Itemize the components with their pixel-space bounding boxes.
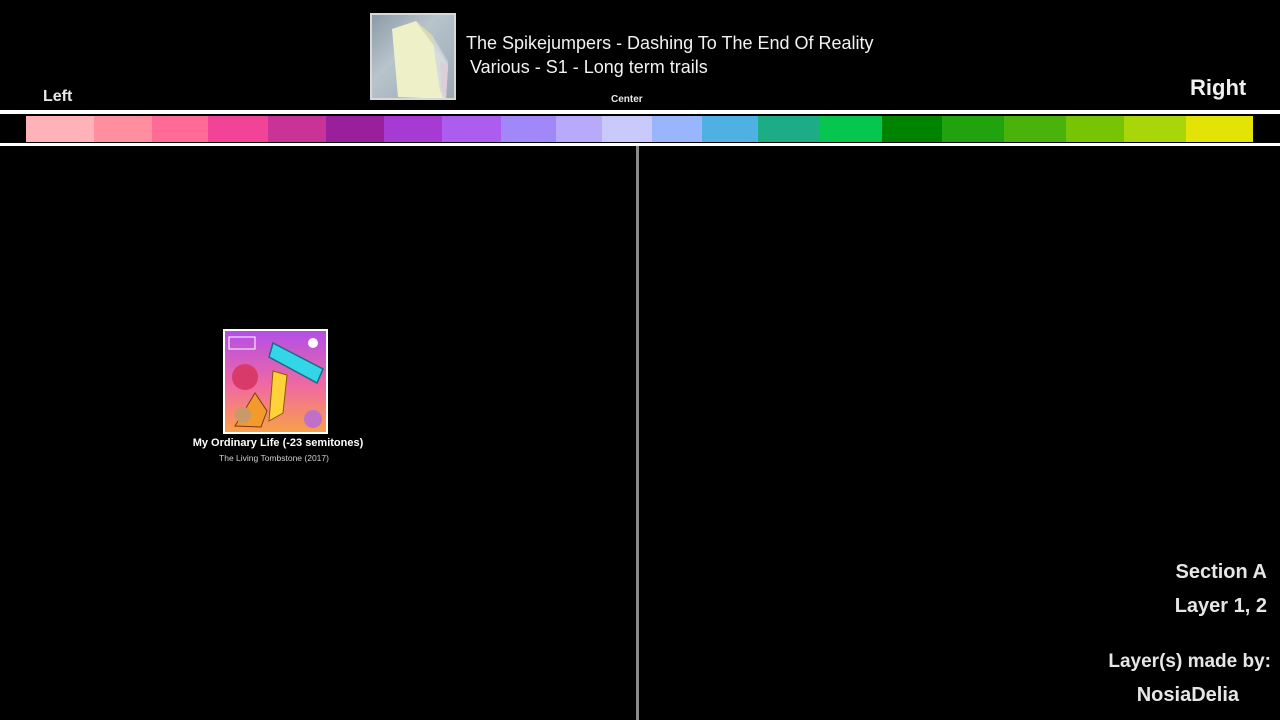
color-bar-segment [501, 116, 556, 142]
center-divider [636, 146, 639, 720]
color-bar-segment [0, 116, 26, 142]
color-bar-segment [1253, 116, 1280, 142]
color-bar-segment [326, 116, 384, 142]
track-subtitle: Various - S1 - Long term trails [470, 57, 708, 77]
color-bar-segment [26, 116, 94, 142]
color-bar-segment [556, 116, 602, 142]
album-cover-icon [225, 331, 326, 432]
color-bar-segment [1186, 116, 1253, 142]
author-name: NosiaDelia [1136, 684, 1239, 706]
color-bar-segment [1124, 116, 1186, 142]
layer-label: Layer 1, 2 [1174, 595, 1267, 617]
channel-label-left: Left [43, 88, 73, 105]
color-bar-top-border [0, 110, 1280, 114]
visualizer-screen: The Spikejumpers - Dashing To The End Of… [0, 0, 1280, 720]
color-bar-segment [384, 116, 442, 142]
color-bar-segment [702, 116, 758, 142]
color-bar-segment [208, 116, 268, 142]
section-label: Section A [1175, 561, 1268, 583]
header-album-art [370, 13, 456, 100]
color-bar-segment [94, 116, 152, 142]
color-bar [0, 116, 1280, 142]
color-bar-segment [152, 116, 208, 142]
color-bar-segment [758, 116, 820, 142]
color-bar-segment [652, 116, 702, 142]
color-bar-segment [942, 116, 1004, 142]
color-bar-segment [1066, 116, 1124, 142]
color-bar-segment [602, 116, 652, 142]
song-cover [223, 329, 328, 434]
color-bar-bottom-border [0, 143, 1280, 146]
color-bar-segment [442, 116, 501, 142]
color-bar-segment [820, 116, 882, 142]
color-bar-segment [268, 116, 326, 142]
paper-icon [392, 21, 448, 98]
made-by-label: Layer(s) made by: [1108, 651, 1271, 672]
channel-label-right: Right [1190, 75, 1247, 100]
track-title: The Spikejumpers - Dashing To The End Of… [466, 33, 874, 53]
song-title: My Ordinary Life (-23 semitones) [192, 437, 364, 449]
color-bar-segment [1004, 116, 1066, 142]
channel-label-center: Center [611, 94, 643, 105]
color-bar-segment [882, 116, 942, 142]
song-artist: The Living Tombstone (2017) [219, 453, 329, 463]
